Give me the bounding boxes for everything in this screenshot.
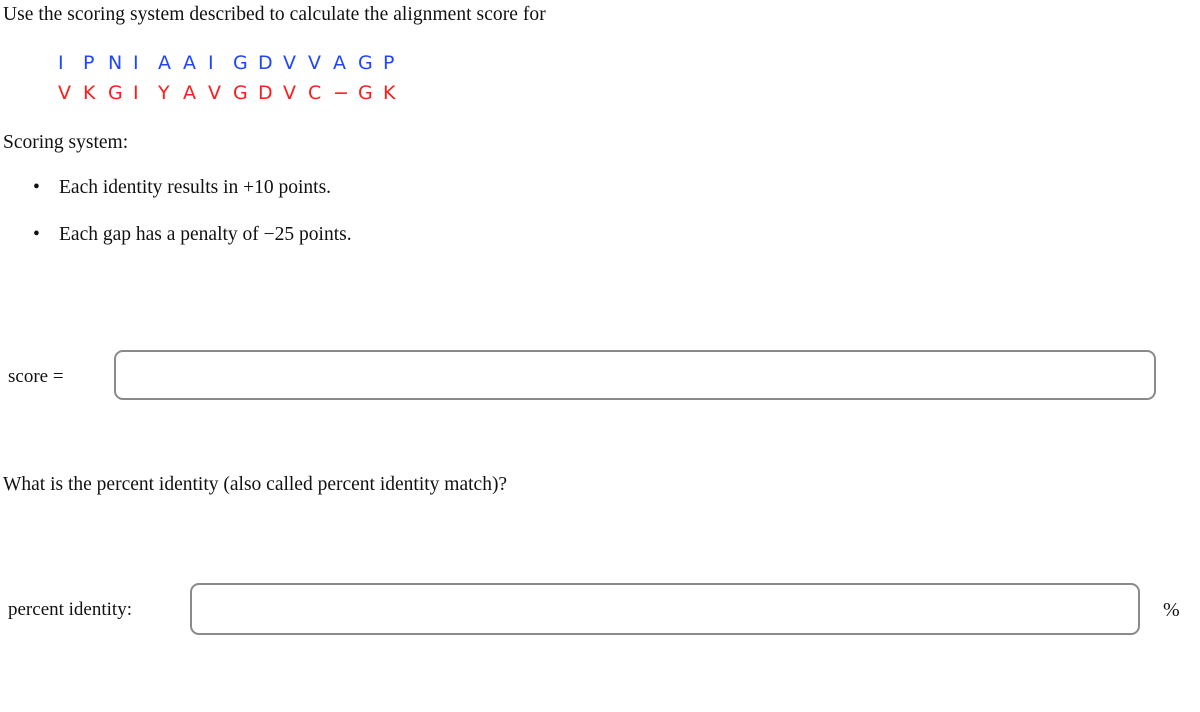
sequence-bottom: V K G I Y A V G D V C − G K [58,78,408,108]
residue-top-6: I [208,52,214,74]
residue-bottom-6: V [208,82,221,104]
list-item: • Each identity results in +10 points. [0,176,640,200]
list-item: • Each gap has a penalty of −25 points. [0,223,640,247]
residue-top-0: I [58,52,64,74]
scoring-rules-list: • Each identity results in +10 points. •… [0,176,640,270]
scoring-rule-text: Each gap has a penalty of −25 points. [59,224,352,245]
residue-bottom-9: V [283,82,296,104]
residue-bottom-10: C [308,82,322,104]
residue-bottom-4: Y [158,82,170,104]
question-prompt: Use the scoring system described to calc… [3,4,546,25]
residue-top-11: A [333,52,346,74]
percent-identity-question: What is the percent identity (also calle… [3,474,508,495]
residue-bottom-7: G [233,82,248,104]
residue-top-5: A [183,52,196,74]
residue-bottom-11: − [333,82,349,104]
residue-top-8: D [258,52,273,74]
residue-top-12: G [358,52,373,74]
sequence-top: IPNIAAIGDVVAGP [58,48,408,78]
bullet-icon: • [33,224,40,245]
scoring-system-heading: Scoring system: [3,132,129,153]
percent-sign-label: % [1163,599,1180,621]
residue-bottom-5: A [183,82,196,104]
percent-identity-answer-row: percent identity: % [0,583,1190,637]
residue-top-3: I [133,52,139,74]
score-label: score = [8,366,64,387]
residue-top-1: P [83,52,95,74]
sequence-alignment: IPNIAAIGDVVAGP V K G I Y A V G D V C − G K [58,48,408,108]
residue-bottom-0: V [58,82,71,104]
residue-top-4: A [158,52,171,74]
scoring-rule-text: Each identity results in +10 points. [59,177,332,198]
residue-bottom-1: K [83,82,96,104]
percent-identity-label: percent identity: [8,599,132,620]
residue-top-10: V [308,52,321,74]
percent-identity-input[interactable] [190,583,1140,635]
residue-top-2: N [108,52,123,74]
residue-top-13: P [383,52,395,74]
score-input[interactable] [114,350,1156,400]
residue-bottom-2: G [108,82,123,104]
bullet-icon: • [33,177,40,198]
residue-bottom-13: K [383,82,396,104]
residue-top-9: V [283,52,296,74]
residue-bottom-12: G [358,82,373,104]
residue-top-7: G [233,52,248,74]
residue-bottom-3: I [133,82,139,104]
residue-bottom-8: D [258,82,273,104]
score-answer-row: score = [0,350,1180,404]
